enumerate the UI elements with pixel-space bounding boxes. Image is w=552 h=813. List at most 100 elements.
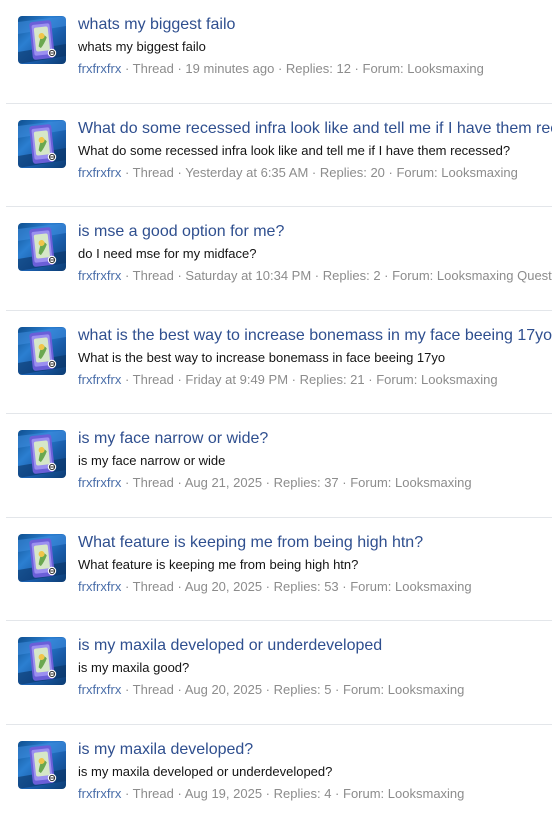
thread-title-link[interactable]: is my face narrow or wide?	[78, 428, 552, 450]
thread-title-link[interactable]: What feature is keeping me from being hi…	[78, 532, 552, 554]
card-avatar-icon	[18, 119, 66, 168]
meta-separator: ·	[384, 164, 397, 180]
forum-link[interactable]: Looksmaxing	[388, 682, 465, 697]
thread-title-link[interactable]: is my maxila developed or underdeveloped	[78, 635, 552, 657]
thread-item: is my face narrow or wide? is my face na…	[0, 414, 552, 518]
meta-separator: ·	[121, 371, 133, 387]
thread-time: Aug 20, 2025	[184, 578, 263, 594]
thread-content: what is the best way to increase bonemas…	[78, 325, 552, 389]
thread-meta: frxfrxfrx · Thread · Aug 19, 2025 · Repl…	[78, 785, 552, 803]
author-link[interactable]: frxfrxfrx	[78, 61, 121, 76]
meta-separator: ·	[121, 785, 133, 801]
avatar[interactable]	[18, 740, 66, 789]
author-link[interactable]: frxfrxfrx	[78, 372, 121, 387]
thread-snippet: whats my biggest failo	[78, 39, 206, 54]
thread-type-label: Thread	[132, 682, 174, 697]
author-link[interactable]: frxfrxfrx	[78, 786, 121, 801]
thread-meta: frxfrxfrx · Thread · Friday at 9:49 PM ·…	[78, 371, 552, 389]
forum-link[interactable]: Looksmaxing	[407, 61, 484, 76]
replies-label: Replies:	[273, 475, 325, 490]
forum-label: Forum:	[350, 578, 396, 594]
forum-link[interactable]: Looksmaxing	[421, 372, 498, 387]
avatar[interactable]	[18, 430, 66, 478]
meta-separator: ·	[173, 268, 186, 283]
meta-separator: ·	[262, 682, 274, 697]
meta-separator: ·	[262, 785, 274, 801]
thread-time: Saturday at 10:34 PM	[185, 268, 312, 283]
forum-label: Forum:	[350, 475, 396, 490]
meta-separator: ·	[364, 371, 377, 387]
meta-separator: ·	[311, 268, 323, 283]
thread-type-label: Thread	[132, 475, 174, 490]
author-link[interactable]: frxfrxfrx	[78, 475, 121, 490]
thread-snippet: What do some recessed infra look like an…	[78, 142, 511, 158]
author-link[interactable]: frxfrxfrx	[78, 268, 121, 283]
meta-separator: ·	[262, 475, 274, 490]
meta-separator: ·	[121, 578, 133, 594]
meta-separator: ·	[288, 371, 300, 387]
thread-time: Yesterday at 6:35 AM	[185, 164, 309, 180]
avatar[interactable]	[18, 223, 66, 271]
card-avatar-icon	[18, 223, 66, 271]
meta-separator: ·	[173, 475, 185, 490]
thread-item: whats my biggest failo whats my biggest …	[0, 0, 552, 104]
meta-separator: ·	[173, 578, 185, 594]
thread-meta: frxfrxfrx · Thread · Saturday at 10:34 P…	[78, 267, 552, 285]
replies-count: 20	[370, 164, 385, 180]
forum-label: Forum:	[343, 785, 388, 801]
thread-content: is my face narrow or wide? is my face na…	[78, 428, 552, 492]
forum-link[interactable]: Looksmaxing	[395, 475, 472, 490]
meta-separator: ·	[121, 268, 133, 283]
meta-separator: ·	[331, 785, 343, 801]
avatar[interactable]	[18, 637, 66, 685]
thread-content: What do some recessed infra look like an…	[78, 118, 552, 182]
card-avatar-icon	[18, 740, 66, 789]
thread-type-label: Thread	[132, 371, 174, 387]
replies-count: 12	[336, 61, 351, 76]
thread-snippet: What is the best way to increase bonemas…	[78, 349, 446, 365]
author-link[interactable]: frxfrxfrx	[78, 682, 121, 697]
avatar[interactable]	[18, 326, 66, 375]
forum-link[interactable]: Looksmaxing	[441, 165, 518, 180]
thread-time: Friday at 9:49 PM	[185, 371, 289, 387]
meta-separator: ·	[338, 578, 351, 594]
forum-link[interactable]: Looksmaxing	[395, 579, 472, 594]
avatar[interactable]	[18, 533, 66, 582]
avatar[interactable]	[18, 16, 66, 64]
thread-snippet: do I need mse for my midface?	[78, 246, 257, 261]
thread-item: what is the best way to increase bonemas…	[0, 311, 552, 415]
avatar[interactable]	[18, 119, 66, 168]
thread-snippet: What feature is keeping me from being hi…	[78, 556, 359, 572]
thread-item: What do some recessed infra look like an…	[0, 104, 552, 208]
thread-meta: frxfrxfrx · Thread · Aug 20, 2025 · Repl…	[78, 578, 552, 596]
meta-separator: ·	[173, 371, 186, 387]
meta-separator: ·	[350, 61, 363, 76]
replies-label: Replies:	[322, 268, 374, 283]
forum-link[interactable]: Looksmaxing	[388, 786, 465, 801]
meta-separator: ·	[380, 268, 393, 283]
thread-time: Aug 20, 2025	[184, 682, 263, 697]
forum-label: Forum:	[362, 61, 408, 76]
card-avatar-icon	[18, 533, 66, 582]
thread-time: Aug 19, 2025	[184, 785, 263, 801]
thread-title-link[interactable]: whats my biggest failo	[78, 14, 552, 36]
meta-separator: ·	[121, 682, 133, 697]
thread-content: is my maxila developed or underdeveloped…	[78, 635, 552, 699]
replies-label: Replies:	[273, 578, 325, 594]
thread-title-link[interactable]: What do some recessed infra look like an…	[78, 118, 552, 140]
thread-content: whats my biggest failo whats my biggest …	[78, 14, 552, 78]
thread-content: What feature is keeping me from being hi…	[78, 532, 552, 596]
thread-title-link[interactable]: is my maxila developed?	[78, 739, 552, 761]
thread-content: is my maxila developed? is my maxila dev…	[78, 739, 552, 803]
meta-separator: ·	[331, 682, 343, 697]
author-link[interactable]: frxfrxfrx	[78, 579, 121, 594]
thread-title-link[interactable]: is mse a good option for me?	[78, 221, 552, 243]
author-link[interactable]: frxfrxfrx	[78, 165, 121, 180]
thread-item: is my maxila developed? is my maxila dev…	[0, 725, 552, 813]
meta-separator: ·	[262, 578, 274, 594]
forum-label: Forum:	[376, 371, 421, 387]
replies-label: Replies:	[285, 61, 337, 76]
replies-label: Replies:	[319, 164, 371, 180]
thread-title-link[interactable]: what is the best way to increase bonemas…	[78, 325, 552, 347]
forum-link[interactable]: Looksmaxing Questions	[437, 268, 552, 283]
